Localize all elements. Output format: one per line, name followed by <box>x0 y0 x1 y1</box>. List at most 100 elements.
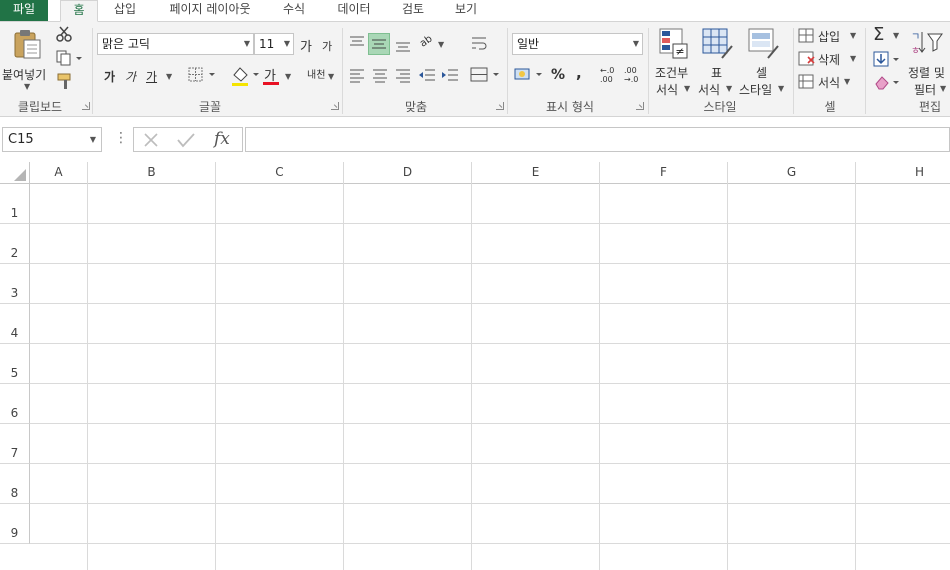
align-middle-button[interactable] <box>368 33 390 55</box>
clipboard-group-label: 클립보드 <box>17 100 63 114</box>
row-header-3[interactable]: 3 <box>0 264 30 304</box>
cancel-icon[interactable] <box>142 131 160 149</box>
format-cells-button[interactable]: 서식 ▼ <box>798 74 858 92</box>
row-header-2[interactable]: 2 <box>0 224 30 264</box>
ribbon-tab-bar: 파일 홈 삽입 페이지 레이아웃 수식 데이터 검토 보기 <box>0 0 950 22</box>
column-header-c[interactable]: C <box>216 162 344 184</box>
align-center-icon[interactable] <box>371 66 389 84</box>
clear-icon[interactable] <box>873 74 903 92</box>
paste-button[interactable]: 붙여넣기 ▼ <box>2 26 52 94</box>
shrink-font-button[interactable]: 가 <box>322 38 332 54</box>
formula-bar-grip-icon[interactable]: ⋮ <box>114 130 128 146</box>
styles-group-label: 스타일 <box>703 100 737 114</box>
align-bottom-icon[interactable] <box>394 36 412 54</box>
column-header-h[interactable]: H <box>856 162 950 184</box>
column-header-g[interactable]: G <box>728 162 856 184</box>
cell-styles-label1: 셀 <box>756 66 768 80</box>
orientation-button[interactable]: ab <box>418 33 435 49</box>
percent-style-button[interactable]: % <box>551 67 565 83</box>
column-gridline <box>215 184 216 570</box>
column-header-a[interactable]: A <box>30 162 88 184</box>
align-right-icon[interactable] <box>394 66 412 84</box>
grow-font-button[interactable]: 가 <box>300 36 312 55</box>
sort-filter-label2: 필터 <box>914 83 937 97</box>
merge-center-icon[interactable] <box>470 66 500 84</box>
formula-input[interactable] <box>245 127 950 152</box>
tab-page-layout[interactable]: 페이지 레이아웃 <box>160 0 260 21</box>
delete-cells-button[interactable]: 삭제 ▼ <box>798 51 858 69</box>
number-format-combobox[interactable]: 일반 ▼ <box>512 33 643 55</box>
underline-button[interactable]: 가 <box>146 68 157 85</box>
name-box[interactable]: C15 ▼ <box>2 127 102 152</box>
increase-indent-icon[interactable] <box>440 66 460 84</box>
cell-styles-button[interactable]: 셀 스타일 ▼ <box>738 26 790 97</box>
conditional-formatting-button[interactable]: ≠ 조건부 서식 ▼ <box>652 26 696 97</box>
orientation-dropdown-caret[interactable]: ▼ <box>438 40 444 49</box>
format-as-table-button[interactable]: 표 서식 ▼ <box>698 26 736 97</box>
decrease-decimal-button[interactable]: .00 →.0 <box>624 66 644 84</box>
formula-bar: C15 ▼ ⋮ fx <box>0 117 950 162</box>
increase-decimal-button[interactable]: ←.0 .00 <box>600 66 620 84</box>
bold-button[interactable]: 가 <box>104 68 115 85</box>
format-as-table-label2: 서식 <box>698 83 721 97</box>
column-header-d[interactable]: D <box>344 162 472 184</box>
svg-text:≠: ≠ <box>675 45 684 58</box>
row-header-7[interactable]: 7 <box>0 424 30 464</box>
fill-color-icon[interactable] <box>230 65 260 87</box>
chevron-down-icon: ▼ <box>89 135 96 144</box>
tab-review[interactable]: 검토 <box>392 0 434 21</box>
font-color-dropdown-caret[interactable]: ▼ <box>285 72 291 81</box>
font-launcher-icon[interactable] <box>331 102 339 110</box>
copy-icon[interactable] <box>56 50 82 66</box>
phonetic-guide-button[interactable]: 내천 <box>307 66 325 81</box>
row-header-1[interactable]: 1 <box>0 184 30 224</box>
tab-home[interactable]: 홈 <box>60 0 98 22</box>
column-gridline <box>87 184 88 570</box>
format-painter-icon[interactable] <box>56 72 74 90</box>
fill-down-icon[interactable] <box>873 51 903 69</box>
wrap-text-icon[interactable] <box>470 34 488 52</box>
insert-cells-button[interactable]: 삽입 ▼ <box>798 28 858 46</box>
align-top-icon[interactable] <box>348 34 366 52</box>
cut-icon[interactable] <box>56 26 72 42</box>
paste-dropdown-caret[interactable]: ▼ <box>24 82 30 91</box>
italic-button[interactable]: 가 <box>125 68 136 85</box>
underline-dropdown-caret[interactable]: ▼ <box>166 72 172 81</box>
tab-insert[interactable]: 삽입 <box>104 0 146 21</box>
sort-filter-label1: 정렬 및 <box>908 66 945 80</box>
column-header-e[interactable]: E <box>472 162 600 184</box>
tab-file[interactable]: 파일 <box>0 0 48 21</box>
insert-function-button[interactable]: fx <box>214 129 230 149</box>
row-header-6[interactable]: 6 <box>0 384 30 424</box>
decrease-indent-icon[interactable] <box>417 66 437 84</box>
select-all-button[interactable] <box>0 162 30 184</box>
clipboard-launcher-icon[interactable] <box>82 102 90 110</box>
row-header-4[interactable]: 4 <box>0 304 30 344</box>
font-name-combobox[interactable]: 맑은 고딕 ▼ <box>97 33 254 55</box>
autosum-button[interactable]: Σ <box>873 24 884 45</box>
number-launcher-icon[interactable] <box>636 102 644 110</box>
comma-style-button[interactable]: , <box>576 64 582 82</box>
borders-icon[interactable] <box>188 67 216 83</box>
row-header-5[interactable]: 5 <box>0 344 30 384</box>
insert-cells-icon <box>798 28 814 43</box>
autosum-dropdown-caret[interactable]: ▼ <box>893 31 899 40</box>
phonetic-dropdown-caret[interactable]: ▼ <box>328 72 334 81</box>
worksheet-grid[interactable]: ABCDEFGH 123456789 <box>0 162 950 570</box>
format-as-table-label1: 표 <box>711 66 723 80</box>
tab-view[interactable]: 보기 <box>446 0 486 21</box>
alignment-launcher-icon[interactable] <box>496 102 504 110</box>
accounting-format-icon[interactable] <box>514 66 546 84</box>
row-gridline <box>30 343 950 344</box>
row-header-9[interactable]: 9 <box>0 504 30 544</box>
tab-formulas[interactable]: 수식 <box>274 0 314 21</box>
row-header-8[interactable]: 8 <box>0 464 30 504</box>
tab-data[interactable]: 데이터 <box>330 0 378 21</box>
paste-icon <box>14 30 41 59</box>
enter-icon[interactable] <box>176 131 196 149</box>
align-left-icon[interactable] <box>348 66 366 84</box>
column-header-f[interactable]: F <box>600 162 728 184</box>
sort-filter-button[interactable]: ㄱㅎ 정렬 및 필터 ▼ <box>906 26 950 97</box>
font-size-combobox[interactable]: 11 ▼ <box>254 33 294 55</box>
column-header-b[interactable]: B <box>88 162 216 184</box>
